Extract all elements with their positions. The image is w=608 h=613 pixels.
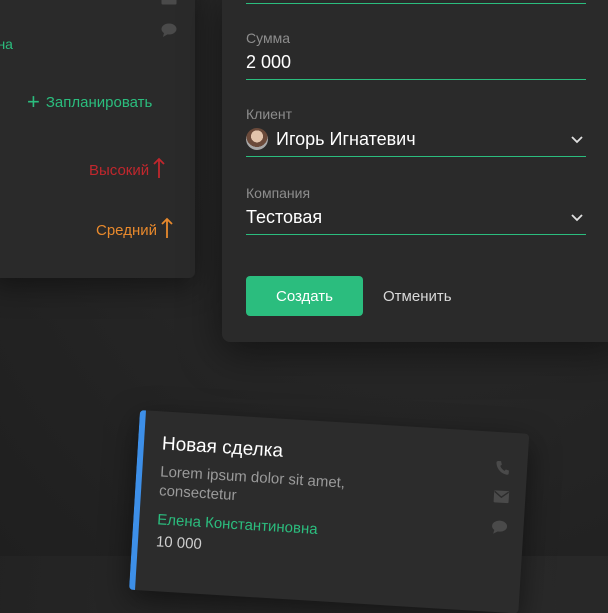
field-underline	[246, 3, 586, 4]
new-deal-form: Сумма 2 000 Клиент Игорь Игнатевич Компа…	[222, 0, 608, 342]
chat-icon[interactable]	[161, 23, 177, 37]
chevron-down-icon[interactable]	[570, 213, 584, 223]
company-label: Компания	[246, 185, 311, 201]
contact-name[interactable]: вна	[0, 36, 13, 52]
schedule-button[interactable]: + Запланировать	[27, 89, 153, 114]
deal-title: Новая сделка	[161, 433, 284, 462]
cancel-button[interactable]: Отменить	[383, 276, 452, 316]
amount-input[interactable]: 2 000	[246, 52, 586, 73]
priority-medium[interactable]: Средний	[96, 217, 174, 239]
priority-high[interactable]: Высокий	[89, 157, 166, 179]
arrow-up-icon	[161, 217, 173, 238]
company-select[interactable]: Тестовая	[246, 207, 586, 228]
company-field[interactable]: Компания Тестовая	[246, 185, 586, 235]
priority-high-label: Высокий	[89, 162, 150, 179]
avatar	[246, 128, 268, 150]
deal-status-stripe	[129, 410, 146, 591]
deal-card[interactable]: Новая сделка Lorem ipsum dolor sit amet,…	[129, 410, 530, 613]
chevron-down-icon[interactable]	[570, 135, 584, 145]
mail-icon[interactable]	[161, 0, 177, 5]
deal-description: Lorem ipsum dolor sit amet, consectetur	[158, 463, 346, 505]
client-label: Клиент	[246, 106, 293, 122]
client-select[interactable]: Игорь Игнатевич	[246, 128, 586, 150]
client-value: Игорь Игнатевич	[276, 128, 416, 149]
chat-icon[interactable]	[491, 520, 508, 535]
amount-label: Сумма	[246, 30, 290, 46]
phone-icon[interactable]	[495, 460, 510, 476]
field-underline	[246, 156, 586, 157]
field-underline	[246, 79, 586, 80]
priority-medium-label: Средний	[96, 222, 157, 239]
field-underline	[246, 234, 586, 235]
mail-icon[interactable]	[493, 490, 510, 504]
plus-icon: +	[27, 89, 40, 114]
arrow-up-icon	[153, 157, 165, 178]
amount-field[interactable]: Сумма 2 000	[246, 30, 586, 80]
create-button[interactable]: Создать	[246, 276, 363, 316]
deal-amount: 10 000	[155, 533, 203, 554]
client-field[interactable]: Клиент Игорь Игнатевич	[246, 106, 586, 157]
left-deal-card: вна + Запланировать Высокий Средний	[0, 0, 195, 278]
schedule-label: Запланировать	[45, 93, 153, 111]
